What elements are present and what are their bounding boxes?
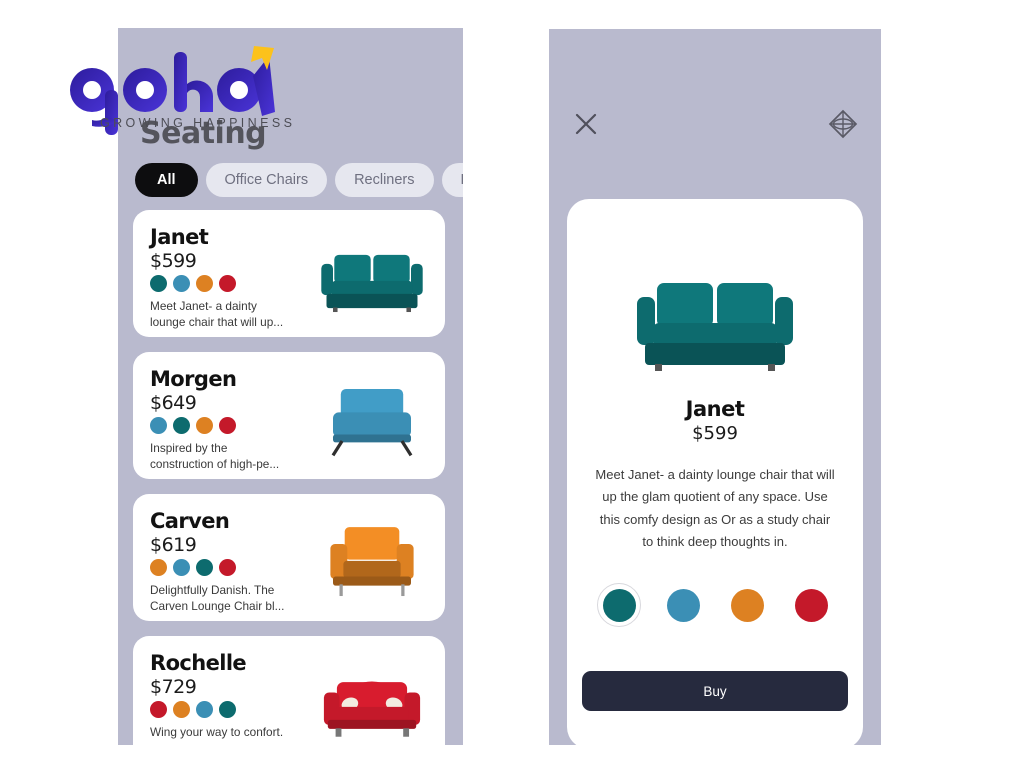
color-swatch[interactable] xyxy=(173,417,190,435)
product-image-carven xyxy=(307,508,437,608)
product-price: $649 xyxy=(150,392,197,415)
color-swatch-row xyxy=(150,275,300,293)
detail-product-price: $599 xyxy=(692,423,738,444)
product-card[interactable]: Janet $599 Meet Janet- a dainty lounge cha… xyxy=(133,210,445,337)
product-image-janet xyxy=(615,245,815,380)
detail-product-description: Meet Janet- a dainty lounge chair that w… xyxy=(595,467,835,550)
detail-toolbar xyxy=(549,103,881,153)
brand-tagline: GROWING HAPPINESS xyxy=(100,116,296,130)
product-card[interactable]: Morgen $649 Inspired by the construction o… xyxy=(133,352,445,479)
product-price: $599 xyxy=(150,250,197,273)
swatch-dot xyxy=(602,588,636,622)
category-chip-recliners[interactable]: Recliners xyxy=(335,163,434,197)
detail-color-swatch[interactable] xyxy=(789,583,833,627)
color-swatch[interactable] xyxy=(196,701,213,719)
product-price: $619 xyxy=(150,534,197,557)
product-info: Morgen $649 Inspired by the construction o… xyxy=(150,368,300,473)
category-chip-office-chairs[interactable]: Office Chairs xyxy=(205,163,328,197)
color-swatch[interactable] xyxy=(196,559,213,577)
color-swatch[interactable] xyxy=(150,275,167,293)
color-swatch-row xyxy=(150,701,300,719)
product-image-janet xyxy=(307,224,437,324)
color-swatch[interactable] xyxy=(219,559,236,577)
swatch-dot xyxy=(666,588,700,622)
category-chip-all[interactable]: All xyxy=(135,163,198,197)
phone-screen-product-detail: Janet $599 Meet Janet- a dainty lounge c… xyxy=(549,29,881,745)
color-swatch[interactable] xyxy=(173,559,190,577)
swatch-dot xyxy=(794,588,828,622)
detail-color-swatch-row xyxy=(567,583,863,627)
product-name: Rochelle xyxy=(150,651,247,675)
product-info: Carven $619 Delightfully Danish. The Carve… xyxy=(150,510,300,615)
detail-color-swatch[interactable] xyxy=(661,583,705,627)
color-swatch-row xyxy=(150,417,300,435)
ar-view-diamond-icon[interactable] xyxy=(827,108,859,140)
detail-product-name: Janet xyxy=(685,397,745,421)
product-name: Carven xyxy=(150,509,230,533)
product-image-morgen xyxy=(307,366,437,466)
color-swatch[interactable] xyxy=(150,701,167,719)
product-info: Rochelle $729 Wing your way to confort. xyxy=(150,652,300,741)
color-swatch[interactable] xyxy=(150,417,167,435)
product-info: Janet $599 Meet Janet- a dainty lounge cha… xyxy=(150,226,300,331)
color-swatch[interactable] xyxy=(219,275,236,293)
product-card-list: Janet $599 Meet Janet- a dainty lounge cha… xyxy=(133,210,445,745)
color-swatch[interactable] xyxy=(219,417,236,435)
color-swatch[interactable] xyxy=(196,275,213,293)
detail-color-swatch-selected[interactable] xyxy=(597,583,641,627)
detail-color-swatch[interactable] xyxy=(725,583,769,627)
product-name: Janet xyxy=(150,225,209,249)
product-description: Inspired by the construction of high-pe.… xyxy=(150,441,280,471)
product-description: Meet Janet- a dainty lounge chair that w… xyxy=(150,299,284,329)
category-chip-loungu[interactable]: Loungu xyxy=(441,163,463,197)
close-icon[interactable] xyxy=(573,111,599,137)
product-card[interactable]: Rochelle $729 Wing your way to confort. xyxy=(133,636,445,745)
color-swatch-row xyxy=(150,559,300,577)
color-swatch[interactable] xyxy=(173,701,190,719)
category-chip-row: AllOffice ChairsRecliners Loungu xyxy=(135,163,463,197)
color-swatch[interactable] xyxy=(196,417,213,435)
color-swatch[interactable] xyxy=(150,559,167,577)
product-detail-card: Janet $599 Meet Janet- a dainty lounge c… xyxy=(567,199,863,745)
swatch-dot xyxy=(730,588,764,622)
product-card[interactable]: Carven $619 Delightfully Danish. The Carve… xyxy=(133,494,445,621)
color-swatch[interactable] xyxy=(219,701,236,719)
product-description: Delightfully Danish. The Carven Lounge C… xyxy=(150,583,285,613)
color-swatch[interactable] xyxy=(173,275,190,293)
product-description: Wing your way to confort. xyxy=(150,725,284,740)
product-price: $729 xyxy=(150,676,197,699)
buy-button[interactable]: Buy xyxy=(582,671,848,711)
product-image-rochelle xyxy=(307,650,437,746)
product-name: Morgen xyxy=(150,367,237,391)
